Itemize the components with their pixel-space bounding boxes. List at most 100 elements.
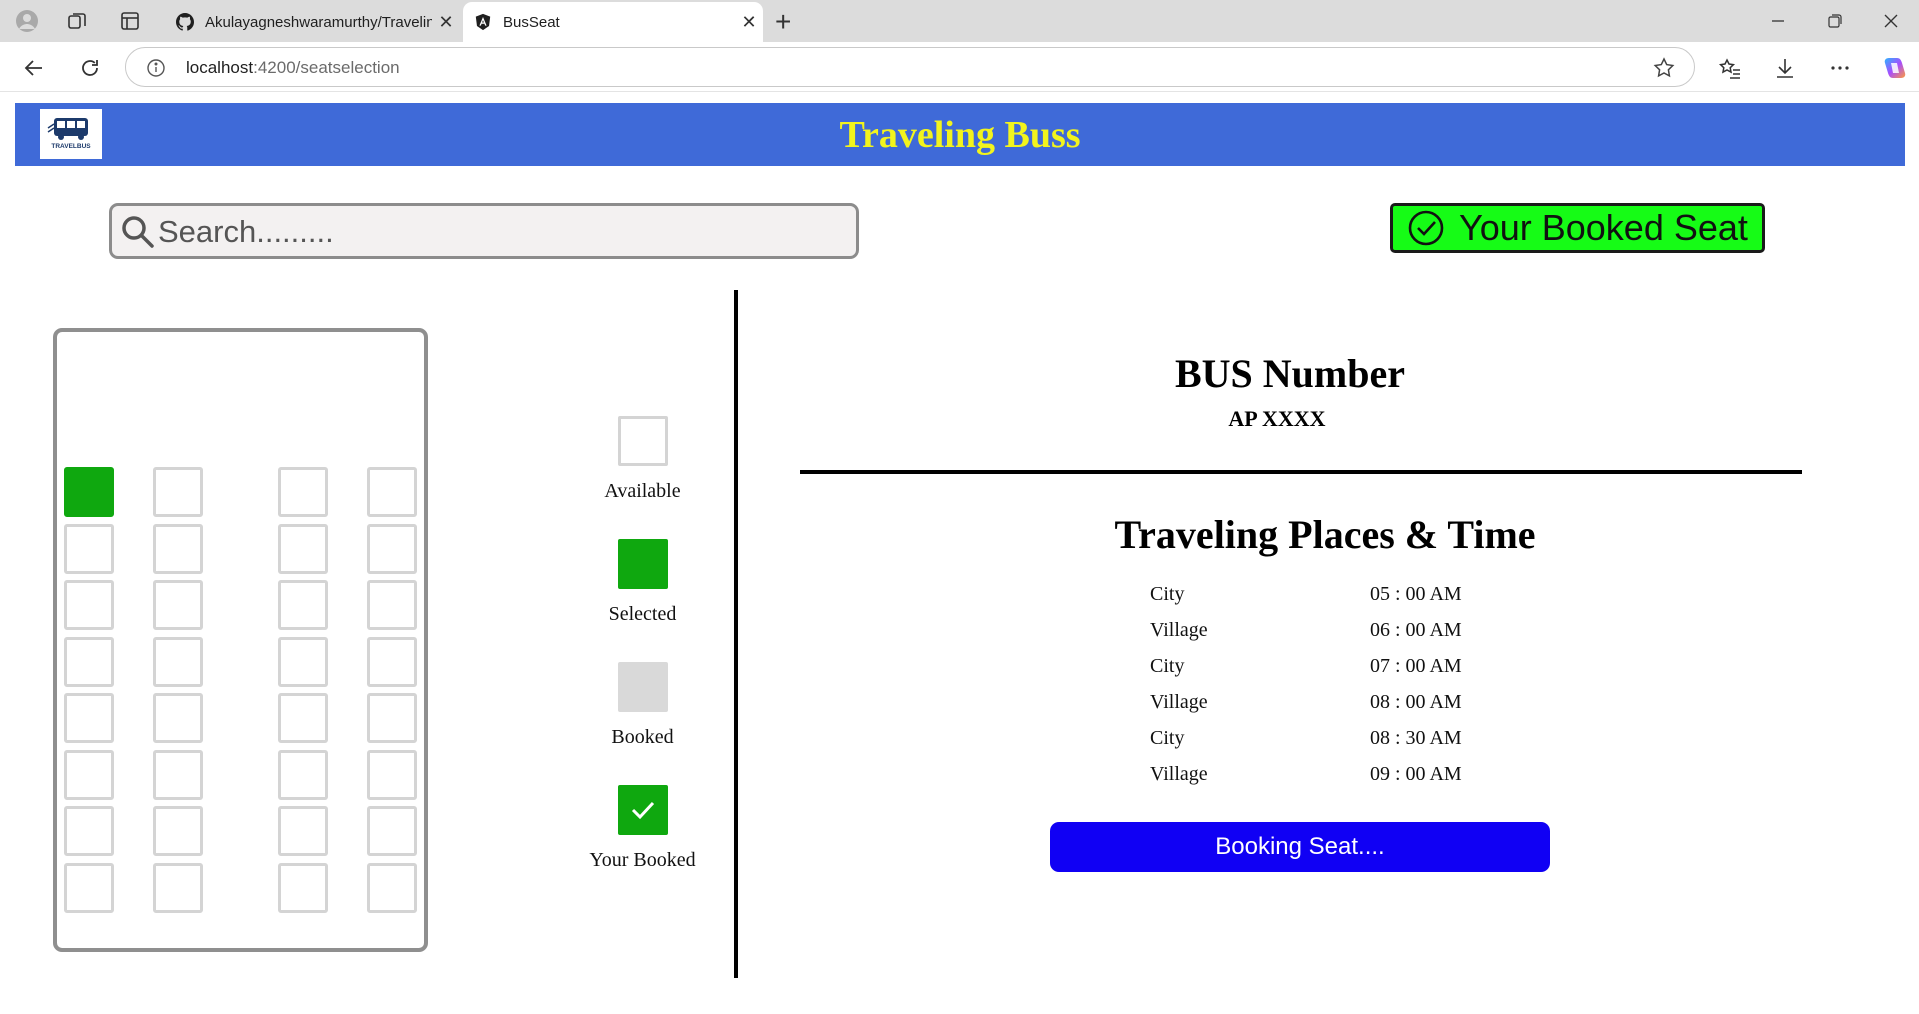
tab-title: Akulayagneshwaramurthy/Traveling [205, 13, 432, 31]
seat[interactable] [153, 523, 203, 574]
restore-icon[interactable] [1820, 8, 1850, 34]
close-window-icon[interactable] [1876, 8, 1906, 34]
schedule-title: Traveling Places & Time [1114, 512, 1536, 557]
address-bar[interactable]: localhost:4200/seatselection [125, 47, 1695, 87]
tab-github[interactable]: Akulayagneshwaramurthy/Traveling ✕ [165, 2, 460, 42]
seat[interactable] [64, 806, 114, 856]
schedule-time: 06 : 00 AM [1370, 619, 1462, 641]
seat[interactable] [278, 862, 328, 913]
seat[interactable] [278, 467, 328, 517]
more-options-icon[interactable] [1826, 54, 1854, 82]
seat[interactable] [278, 693, 328, 743]
copilot-icon[interactable] [1880, 54, 1908, 82]
legend-label: Booked [611, 726, 674, 748]
browser-toolbar: localhost:4200/seatselection [0, 42, 1919, 92]
url-host: localhost [186, 58, 254, 77]
seat[interactable] [64, 636, 114, 687]
info-icon[interactable] [146, 58, 166, 78]
legend-booked: Booked [580, 662, 705, 749]
seat[interactable] [278, 806, 328, 856]
back-arrow-icon[interactable] [20, 54, 48, 82]
bus-seat-map [53, 328, 428, 952]
your-booked-seat-button[interactable]: Your Booked Seat [1390, 203, 1765, 253]
seat[interactable] [367, 693, 417, 743]
legend-available: Available [580, 416, 705, 503]
schedule-time: 08 : 30 AM [1370, 727, 1462, 749]
seat[interactable] [367, 636, 417, 687]
seat[interactable] [278, 580, 328, 630]
schedule-place: City [1150, 583, 1185, 605]
bus-number-heading: BUS Number [1174, 351, 1406, 396]
seat[interactable] [153, 580, 203, 630]
seat[interactable] [367, 749, 417, 800]
close-tab-icon[interactable]: ✕ [432, 12, 460, 33]
schedule-place: City [1150, 727, 1185, 749]
seat[interactable] [64, 862, 114, 913]
legend-your-booked: Your Booked [580, 785, 705, 872]
schedule-place: Village [1150, 691, 1208, 713]
search-icon[interactable] [120, 214, 156, 250]
legend-your-booked-swatch [617, 785, 668, 835]
seat[interactable] [64, 523, 114, 574]
schedule-time: 08 : 00 AM [1370, 691, 1462, 713]
vertical-divider [734, 290, 738, 978]
seat[interactable] [367, 467, 417, 517]
new-tab-icon[interactable]: + [775, 6, 791, 38]
download-icon[interactable] [1771, 54, 1799, 82]
seat[interactable] [367, 862, 417, 913]
seat[interactable] [153, 693, 203, 743]
site-header: TRAVELBUS Traveling Buss [15, 103, 1905, 166]
seat[interactable] [367, 580, 417, 630]
url-path: :4200/seatselection [253, 58, 400, 77]
schedule-place: Village [1150, 763, 1208, 785]
favorites-icon[interactable] [1716, 54, 1744, 82]
seat[interactable] [153, 806, 203, 856]
legend-booked-swatch [617, 662, 668, 712]
tab-title: BusSeat [503, 13, 560, 31]
legend-label: Selected [608, 603, 677, 625]
check-circle-icon [1407, 209, 1445, 247]
search-bar [109, 203, 859, 259]
seat[interactable] [64, 580, 114, 630]
refresh-icon[interactable] [76, 54, 104, 82]
favorite-star-icon[interactable] [1652, 56, 1676, 80]
url-text: localhost:4200/seatselection [186, 58, 400, 78]
search-input[interactable] [158, 212, 848, 252]
legend-selected: Selected [580, 539, 705, 626]
seat[interactable] [64, 693, 114, 743]
schedule-time: 09 : 00 AM [1370, 763, 1462, 785]
checkmark-icon [631, 801, 654, 820]
legend-selected-swatch [617, 539, 668, 589]
legend-available-swatch [617, 416, 668, 466]
site-title: Traveling Buss [839, 114, 1081, 156]
seat[interactable] [153, 467, 203, 517]
vertical-tabs-icon[interactable] [117, 8, 143, 34]
schedule-place: Village [1150, 619, 1208, 641]
tab-busseat[interactable]: BusSeat ✕ [463, 2, 763, 42]
schedule-place: City [1150, 655, 1185, 677]
seat[interactable] [278, 749, 328, 800]
minimize-icon[interactable] [1763, 8, 1793, 34]
github-icon [175, 12, 195, 32]
seat[interactable] [153, 636, 203, 687]
seat[interactable] [278, 636, 328, 687]
booking-seat-button[interactable]: Booking Seat.... [1050, 822, 1550, 872]
horizontal-divider [800, 470, 1802, 474]
seat[interactable] [367, 806, 417, 856]
close-tab-icon[interactable]: ✕ [735, 12, 763, 33]
seat[interactable] [367, 523, 417, 574]
seat[interactable] [64, 467, 114, 517]
schedule-time: 05 : 00 AM [1370, 583, 1462, 605]
your-booked-seat-label: Your Booked Seat [1459, 207, 1748, 248]
schedule-time: 07 : 00 AM [1370, 655, 1462, 677]
profile-icon[interactable] [14, 8, 40, 34]
seat[interactable] [278, 523, 328, 574]
workspaces-icon[interactable] [64, 8, 90, 34]
browser-tabstrip: Akulayagneshwaramurthy/Traveling ✕ BusSe… [0, 0, 1919, 42]
seat[interactable] [64, 749, 114, 800]
angular-icon [473, 12, 493, 32]
legend-label: Your Booked [589, 849, 696, 871]
seat[interactable] [153, 749, 203, 800]
seat[interactable] [153, 862, 203, 913]
bus-number-value: AP XXXX [1228, 406, 1326, 431]
